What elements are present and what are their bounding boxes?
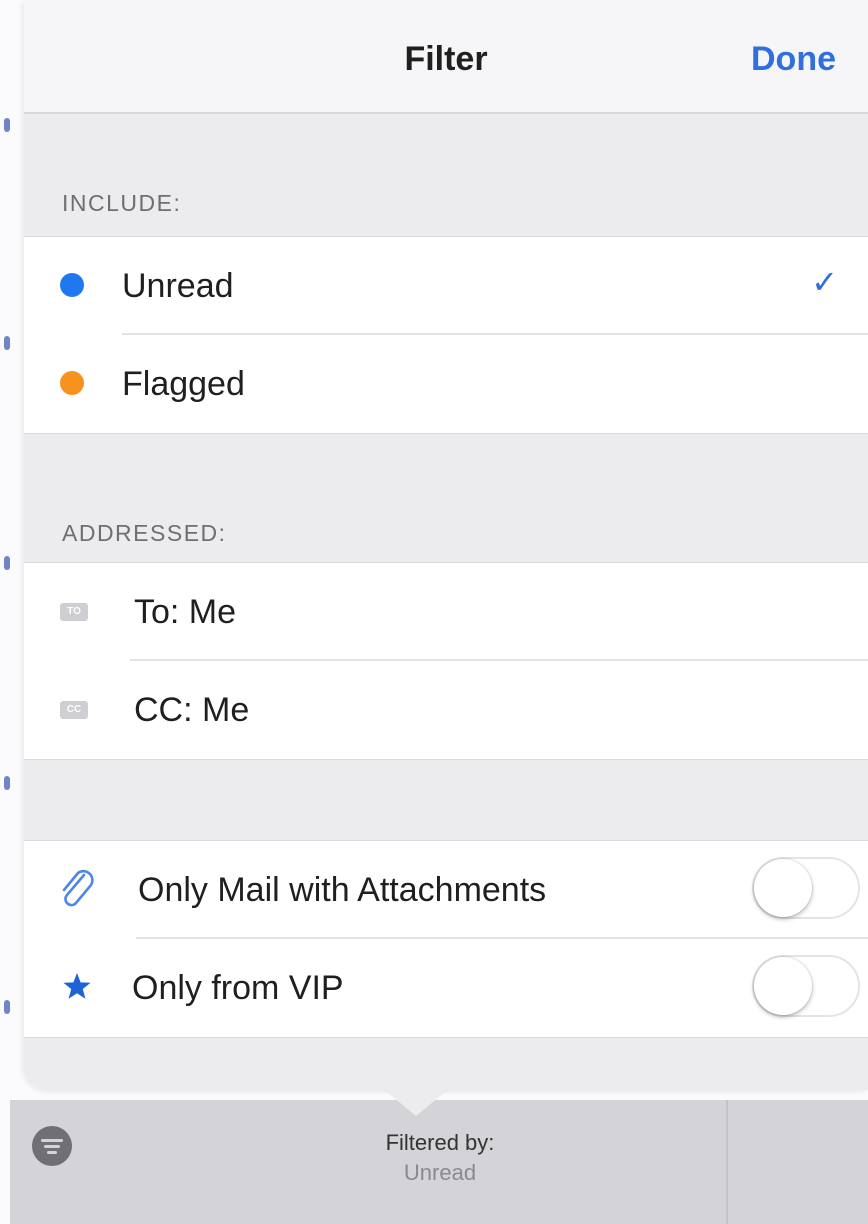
filter-popover: Filter Done INCLUDE: Unread ✓ Flagged AD… xyxy=(24,0,868,1090)
filter-row-label: CC: Me xyxy=(134,691,250,729)
option-row-vip: Only from VIP xyxy=(24,939,868,1037)
to-badge-icon: TO xyxy=(60,603,88,621)
filtered-by-value[interactable]: Unread xyxy=(250,1160,630,1186)
unread-indicator-icon xyxy=(4,118,10,132)
star-icon xyxy=(63,973,91,999)
filter-icon[interactable] xyxy=(32,1126,72,1166)
popover-header: Filter Done xyxy=(24,0,868,114)
popover-arrow xyxy=(382,1088,450,1116)
unread-dot-icon xyxy=(60,273,84,297)
paperclip-icon xyxy=(62,869,94,907)
filter-row-label: Unread xyxy=(122,267,234,305)
done-button[interactable]: Done xyxy=(751,40,836,79)
include-group: Unread ✓ Flagged xyxy=(24,236,868,434)
filter-row-flagged[interactable]: Flagged xyxy=(24,335,868,433)
unread-indicator-icon xyxy=(4,776,10,790)
options-group: Only Mail with Attachments Only from VIP xyxy=(24,840,868,1038)
include-section-header: INCLUDE: xyxy=(62,190,182,216)
filter-row-cc-me[interactable]: CC CC: Me xyxy=(24,661,868,759)
popover-title: Filter xyxy=(404,40,488,78)
filter-row-label: Flagged xyxy=(122,365,245,403)
toolbar-divider xyxy=(726,1100,728,1224)
toolbar-edge xyxy=(0,1090,10,1224)
filtered-by-label[interactable]: Filtered by: xyxy=(250,1130,630,1156)
unread-indicator-icon xyxy=(4,1000,10,1014)
addressed-group: TO To: Me CC CC: Me xyxy=(24,562,868,760)
option-row-label: Only Mail with Attachments xyxy=(138,871,547,909)
filter-row-label: To: Me xyxy=(134,593,237,631)
unread-indicator-icon xyxy=(4,556,10,570)
addressed-section-header: ADDRESSED: xyxy=(62,520,227,546)
vip-toggle[interactable] xyxy=(752,955,860,1017)
checkmark-icon: ✓ xyxy=(811,264,838,300)
toggle-knob xyxy=(754,957,812,1015)
cc-badge-icon: CC xyxy=(60,701,88,719)
attachments-toggle[interactable] xyxy=(752,857,860,919)
flagged-dot-icon xyxy=(60,371,84,395)
toggle-knob xyxy=(754,859,812,917)
unread-indicator-icon xyxy=(4,336,10,350)
filter-row-to-me[interactable]: TO To: Me xyxy=(24,563,868,661)
option-row-label: Only from VIP xyxy=(132,969,344,1007)
option-row-attachments: Only Mail with Attachments xyxy=(24,841,868,939)
filter-row-unread[interactable]: Unread ✓ xyxy=(24,237,868,335)
